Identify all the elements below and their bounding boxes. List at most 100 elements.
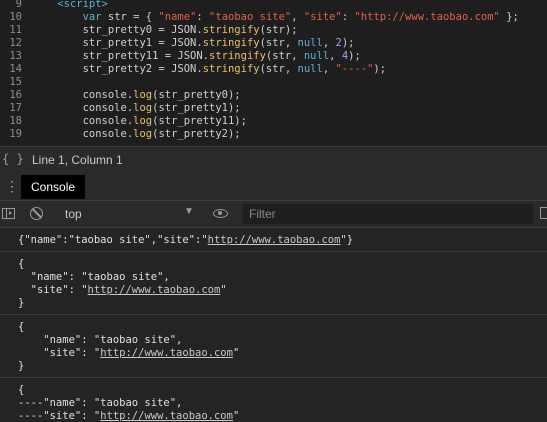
code-token: ); <box>348 50 361 62</box>
drawer-tab-bar: ⋮ Console <box>0 173 547 201</box>
console-message[interactable]: { "name": "taobao site", "site": "http:/… <box>0 315 547 378</box>
output-text: "} <box>340 234 354 246</box>
console-message[interactable]: { "name": "taobao site", "site": "http:/… <box>0 252 547 315</box>
editor-status-bar: { } Line 1, Column 1 <box>0 146 547 174</box>
output-text: ----"site": " <box>18 410 101 422</box>
console-output-line: } <box>18 360 24 373</box>
console-output-line: "site": "http://www.taobao.com" <box>18 347 239 360</box>
code-line: 12 str_pretty1 = JSON.stringify(str, nul… <box>0 37 547 50</box>
output-text: " <box>220 284 227 296</box>
pretty-print-icon[interactable]: { } <box>2 152 24 166</box>
code-token: console. <box>82 115 134 127</box>
code-token: (str); <box>259 24 298 36</box>
console-message[interactable]: {"name":"taobao site","site":"http://www… <box>0 228 547 252</box>
code-text: console.log(str_pretty1); <box>32 102 241 115</box>
url-link[interactable]: http://www.taobao.com <box>208 234 341 246</box>
code-editor[interactable]: 9 <script> 10 var str = { "name": "taobao… <box>0 0 547 146</box>
context-selector[interactable]: top ▼ <box>56 204 200 224</box>
console-output-line: { <box>18 258 24 271</box>
code-token: "http://www.taobao.com" <box>354 11 500 23</box>
code-token: (str, <box>265 50 304 62</box>
code-token: "name" <box>158 11 197 23</box>
line-number: 13 <box>9 50 22 62</box>
console-output-line: {"name":"taobao site","site":"http://www… <box>18 234 353 247</box>
code-token: log <box>133 89 153 101</box>
console-output-line: } <box>18 297 24 310</box>
console-toolbar: top ▼ <box>0 201 547 228</box>
output-text: { <box>18 321 25 333</box>
context-selector-value: top <box>65 207 82 221</box>
console-message[interactable]: {----"name": "taobao site", ----"site": "… <box>0 378 547 422</box>
more-options-icon[interactable]: ⋮ <box>5 177 19 195</box>
line-number: 10 <box>9 11 22 23</box>
code-text: str_pretty11 = JSON.stringify(str, null,… <box>32 50 361 63</box>
line-number: 17 <box>9 102 22 114</box>
code-text: str_pretty2 = JSON.stringify(str, null, … <box>32 63 387 76</box>
code-token: str = { <box>107 11 159 23</box>
output-text: {"name":"taobao site","site":" <box>18 234 208 246</box>
code-token: "site" <box>303 11 342 23</box>
code-line: 11 str_pretty0 = JSON.stringify(str); <box>0 24 547 37</box>
console-output: {"name":"taobao site","site":"http://www… <box>0 228 547 422</box>
code-token: str_pretty1 = JSON. <box>82 37 203 49</box>
line-number: 18 <box>9 115 22 127</box>
code-line: 18 console.log(str_pretty11); <box>0 115 547 128</box>
url-link[interactable]: http://www.taobao.com <box>88 284 221 296</box>
code-token: console. <box>82 102 134 114</box>
output-text: } <box>18 360 25 372</box>
code-text: console.log(str_pretty2); <box>32 128 241 141</box>
code-token: var <box>82 11 108 23</box>
code-token: , <box>329 50 342 62</box>
line-number: 19 <box>9 128 22 140</box>
code-token: "----" <box>335 63 374 75</box>
url-link[interactable]: http://www.taobao.com <box>100 347 233 359</box>
console-output-line: "name": "taobao site", <box>18 271 170 284</box>
code-line: 13 str_pretty11 = JSON.stringify(str, nu… <box>0 50 547 63</box>
code-text: <script> <box>32 0 108 11</box>
output-text: " <box>232 347 240 359</box>
code-token: ); <box>373 63 387 75</box>
code-token: str_pretty2 = JSON. <box>82 63 203 75</box>
code-line: 19 console.log(str_pretty2); <box>0 128 547 141</box>
cursor-position-text: Line 1, Column 1 <box>32 153 123 167</box>
code-token: stringify <box>202 63 260 75</box>
code-token: , <box>322 37 336 49</box>
code-token: null <box>297 37 323 49</box>
code-token: console. <box>82 89 134 101</box>
code-token: log <box>133 128 153 140</box>
code-token: <script> <box>57 0 108 10</box>
code-line: 14 str_pretty2 = JSON.stringify(str, nul… <box>0 63 547 76</box>
clear-console-icon[interactable] <box>30 207 43 220</box>
code-token: ); <box>341 37 355 49</box>
console-output-line: ----"name": "taobao site", <box>18 397 182 410</box>
overflow-settings-icon[interactable] <box>540 207 547 219</box>
url-link[interactable]: http://www.taobao.com <box>100 410 233 422</box>
sidebar-toggle-icon[interactable] <box>2 208 15 219</box>
eye-icon[interactable] <box>213 209 228 218</box>
code-token: (str_pretty0); <box>152 89 241 101</box>
code-text: str_pretty0 = JSON.stringify(str); <box>32 24 298 37</box>
tab-console[interactable]: Console <box>21 175 86 199</box>
line-number: 14 <box>9 63 22 75</box>
code-token: log <box>133 102 153 114</box>
output-text: { <box>18 258 25 270</box>
line-number: 16 <box>9 89 22 101</box>
console-output-line: ----"site": "http://www.taobao.com" <box>18 410 239 422</box>
filter-input[interactable] <box>243 204 533 224</box>
code-line: 15 <box>0 76 547 89</box>
code-token: null <box>303 50 330 62</box>
code-line: 17 console.log(str_pretty1); <box>0 102 547 115</box>
code-token: (str, <box>259 63 298 75</box>
code-token: str_pretty0 = JSON. <box>82 24 203 36</box>
code-token: log <box>133 115 153 127</box>
console-output-line: "name": "taobao site", <box>18 334 182 347</box>
code-token: : <box>341 11 355 23</box>
console-output-line: { <box>18 321 24 334</box>
code-token: "taobao site" <box>209 11 292 23</box>
console-output-line: "site": "http://www.taobao.com" <box>18 284 227 297</box>
code-token: (str_pretty1); <box>152 102 241 114</box>
code-line: 16 console.log(str_pretty0); <box>0 89 547 102</box>
code-text: console.log(str_pretty11); <box>32 115 247 128</box>
code-line: 10 var str = { "name": "taobao site", "s… <box>0 11 547 24</box>
output-text: "site": " <box>18 347 101 359</box>
